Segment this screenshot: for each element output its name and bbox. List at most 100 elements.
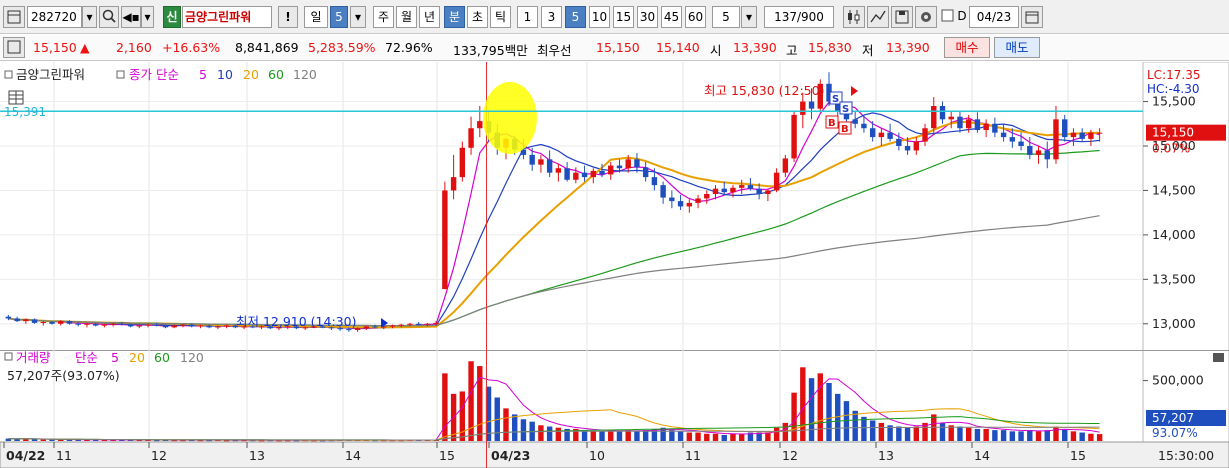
- volume-bar: [861, 416, 867, 441]
- save-icon[interactable]: [891, 6, 913, 28]
- sound-icon[interactable]: ◀▪: [121, 6, 141, 28]
- month-button[interactable]: 월: [396, 6, 417, 28]
- volume-bar: [1088, 433, 1094, 441]
- candle-body: [49, 322, 55, 324]
- volume-bar: [1062, 428, 1068, 441]
- current-volume-pct: 93.07%: [1152, 426, 1198, 440]
- price-change: 2,160: [116, 40, 152, 55]
- interval-button-1[interactable]: 1: [517, 6, 538, 28]
- gear-icon[interactable]: [915, 6, 937, 28]
- candle-body: [800, 101, 806, 115]
- candle-body: [197, 325, 204, 327]
- candle-body: [608, 165, 614, 175]
- quote-menu-icon[interactable]: [3, 37, 25, 58]
- candle-body: [424, 323, 431, 325]
- volume-tick-label: 500,000: [1152, 373, 1204, 388]
- volume-bar: [23, 439, 29, 441]
- candle-body: [677, 201, 684, 207]
- volume-bar: [1018, 431, 1024, 441]
- menu-icon[interactable]: [3, 6, 25, 28]
- change-percent: +16.63%: [162, 40, 221, 55]
- volume-legend-ma-60: 60: [154, 350, 170, 365]
- minute-button[interactable]: 분: [444, 6, 465, 28]
- current-price: 15,150: [33, 40, 77, 55]
- time-tick-label: 12: [782, 448, 798, 463]
- week-button[interactable]: 주: [373, 6, 394, 28]
- volume-bar: [965, 427, 972, 441]
- time-tick-label: 11: [685, 448, 701, 463]
- candle-body: [1027, 146, 1033, 155]
- interval-button-3[interactable]: 3: [541, 6, 562, 28]
- interval-button-15[interactable]: 15: [613, 6, 634, 28]
- volume-bar: [1053, 426, 1059, 441]
- second-button[interactable]: 초: [467, 6, 488, 28]
- time-tick-label: 15: [439, 448, 455, 463]
- period-day-button[interactable]: 일: [304, 6, 328, 28]
- interval-button-10[interactable]: 10: [589, 6, 610, 28]
- calendar-icon[interactable]: [1021, 6, 1043, 28]
- range-display[interactable]: 137/900: [764, 6, 834, 28]
- volume-bar: [512, 414, 518, 441]
- time-tick-label: 13: [878, 448, 894, 463]
- volume-bar: [538, 425, 544, 441]
- volume-bar: [1096, 434, 1103, 441]
- legend-stock-name: 금양그린파워: [16, 67, 85, 82]
- volume-bar: [791, 392, 797, 441]
- interval-button-45[interactable]: 45: [661, 6, 682, 28]
- date-checkbox[interactable]: [941, 6, 955, 28]
- volume-bar: [939, 422, 946, 441]
- buy-button[interactable]: 매수: [944, 37, 990, 58]
- candle-body: [660, 185, 666, 198]
- svg-text:B: B: [841, 124, 849, 135]
- candle-body: [154, 324, 160, 326]
- sell-button[interactable]: 매도: [994, 37, 1040, 58]
- volume-panel-close-icon[interactable]: [1213, 353, 1224, 362]
- candle-body: [162, 325, 169, 328]
- candle-body: [433, 322, 439, 324]
- candle-body: [555, 168, 562, 173]
- candle-body: [1009, 137, 1016, 142]
- candle-body: [861, 123, 867, 129]
- high-annotation: 최고 15,830 (12:50): [704, 83, 824, 98]
- volume-bar: [913, 426, 920, 441]
- volume-bar: [1070, 431, 1077, 441]
- candle-body: [669, 197, 675, 202]
- interval-button-60[interactable]: 60: [685, 6, 706, 28]
- legend-ma-120: 120: [293, 67, 317, 82]
- svg-text:S: S: [832, 94, 839, 105]
- tick-button[interactable]: 틱: [490, 6, 511, 28]
- year-button[interactable]: 년: [419, 6, 440, 28]
- sound-dropdown-icon[interactable]: ▾: [141, 6, 154, 28]
- time-axis-panel: [0, 441, 1229, 468]
- volume-bar: [808, 378, 815, 441]
- current-volume-label: 57,207: [1152, 411, 1194, 425]
- date-input[interactable]: 04/23: [969, 6, 1019, 28]
- period-dropdown-icon[interactable]: ▾: [350, 6, 366, 28]
- search-icon[interactable]: [99, 6, 119, 28]
- time-tick-label: 12: [151, 448, 167, 463]
- volume-bar: [869, 420, 876, 441]
- chart-area[interactable]: 15,391 금양그린파워 종가 단순 5 10 20 60 120 최고 15…: [0, 62, 1229, 468]
- signal-badge: 신: [163, 6, 181, 28]
- interval-button-30[interactable]: 30: [637, 6, 658, 28]
- count-input[interactable]: 5: [712, 6, 740, 28]
- candle-type-icon[interactable]: [843, 6, 865, 28]
- volume-bar: [738, 433, 745, 441]
- alert-button[interactable]: !: [278, 6, 298, 28]
- volume-bar: [773, 427, 780, 441]
- stock-code-input[interactable]: 282720: [27, 6, 82, 28]
- volume-bar: [459, 391, 466, 441]
- volume-bar: [1000, 430, 1007, 441]
- period-value[interactable]: 5: [330, 6, 348, 28]
- candle-body: [450, 177, 457, 191]
- count-dropdown-icon[interactable]: ▾: [741, 6, 757, 28]
- stock-name[interactable]: 금양그린파워: [182, 6, 272, 28]
- time-tick-label: 13: [249, 448, 265, 463]
- trendline-icon[interactable]: [867, 6, 889, 28]
- time-axis-corner: 15:30:00: [1158, 448, 1214, 463]
- interval-button-5[interactable]: 5: [565, 6, 586, 28]
- legend-ma-60: 60: [268, 67, 284, 82]
- candle-body: [119, 323, 125, 325]
- volume-bar: [686, 432, 693, 441]
- code-dropdown-icon[interactable]: ▾: [82, 6, 97, 28]
